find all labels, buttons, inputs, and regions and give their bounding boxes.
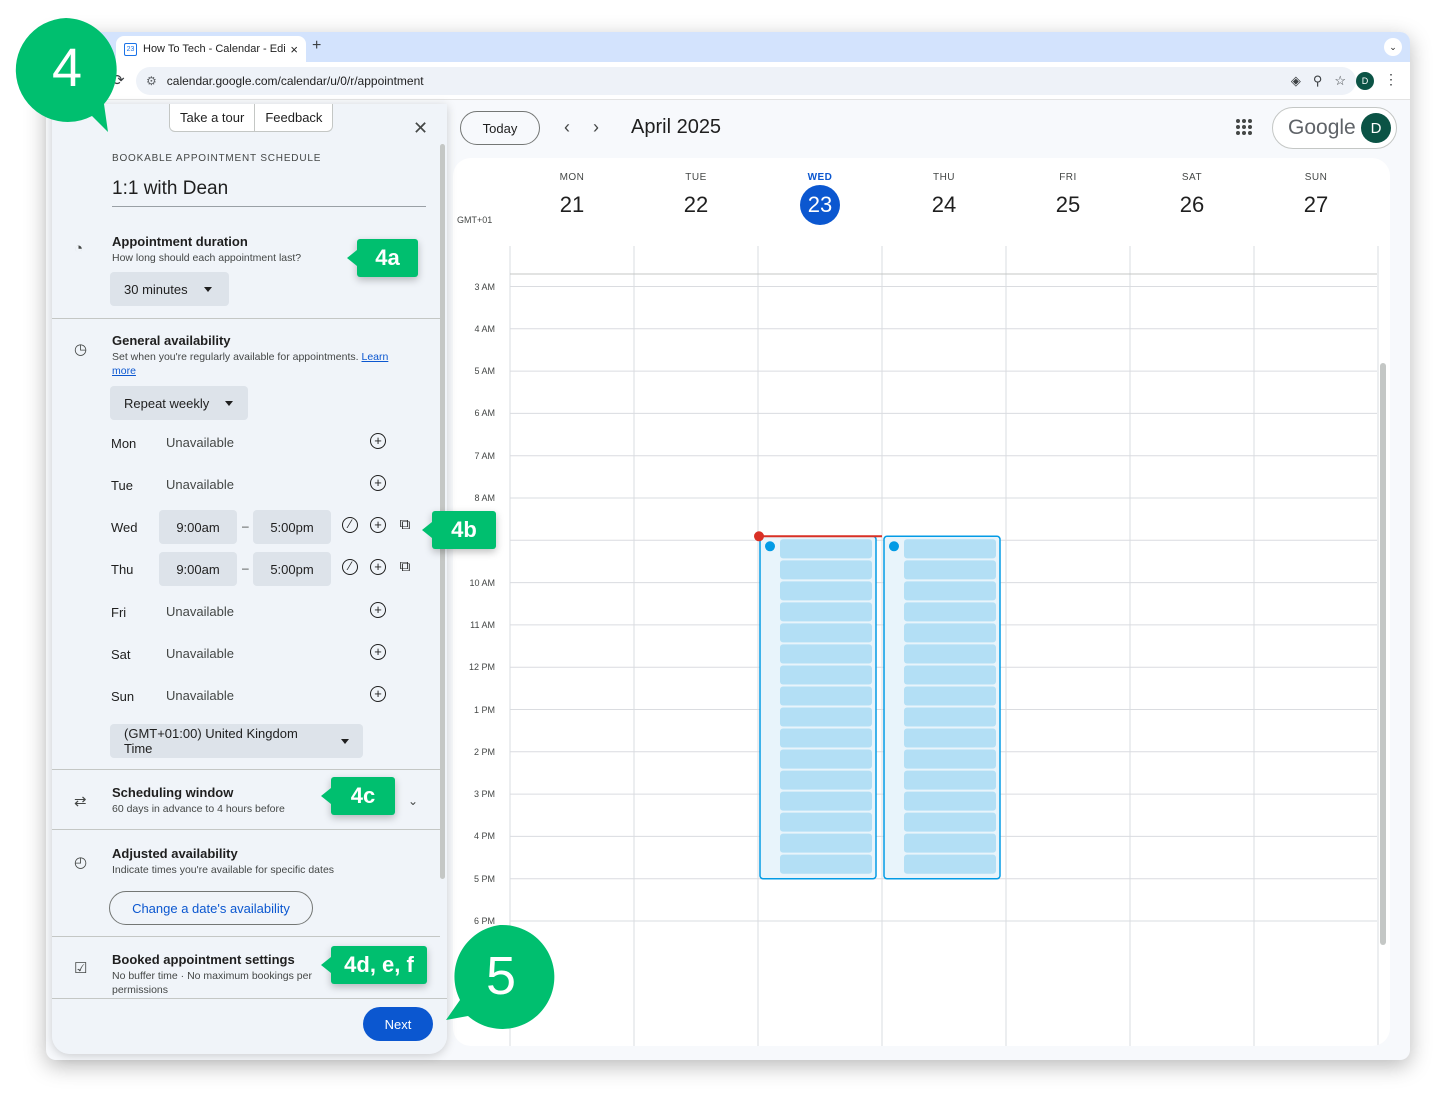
callout-bubbles <box>15 18 555 1029</box>
step-4b-callout: 4b <box>422 511 496 549</box>
step-4a-callout: 4a <box>347 239 418 277</box>
step-4c-callout: 4c <box>321 777 395 815</box>
step-4-callout: 4 <box>51 38 83 98</box>
step-5-callout: 5 <box>485 946 517 1006</box>
page: 23 How To Tech - Calendar - Edi × + ⌄ ⟳ … <box>0 0 1456 1120</box>
step-4def-callout: 4d, e, f <box>321 946 427 984</box>
